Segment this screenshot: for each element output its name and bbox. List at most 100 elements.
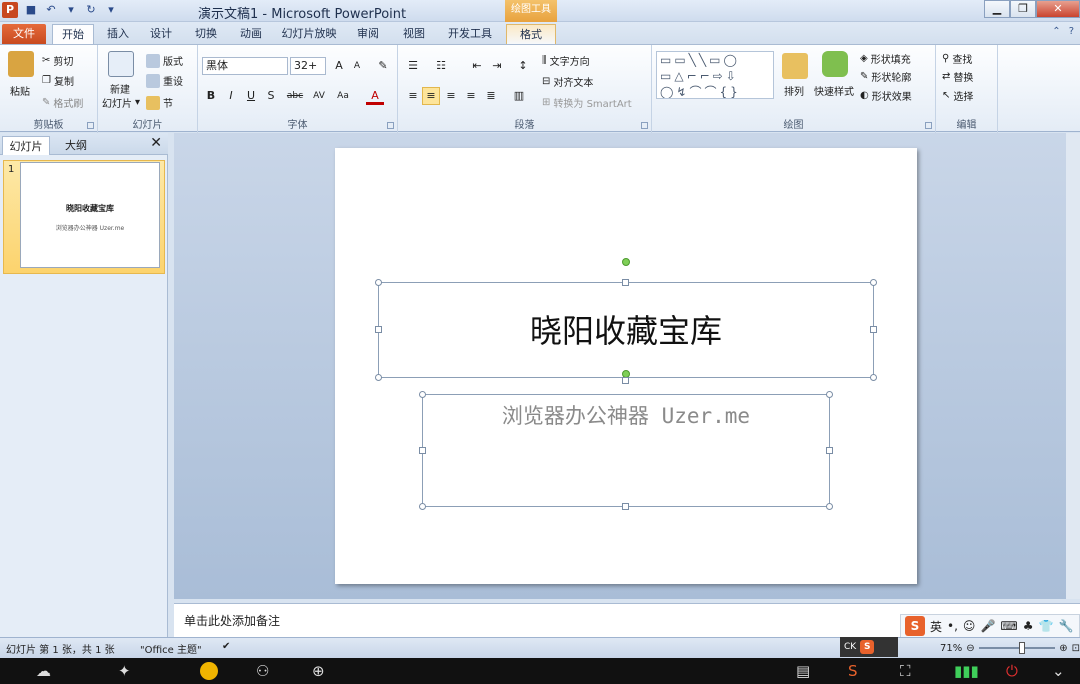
tab-file[interactable]: 文件 (2, 24, 46, 44)
dialog-launcher-icon[interactable] (87, 122, 94, 129)
tab-review[interactable]: 审阅 (348, 24, 388, 44)
align-right-icon[interactable]: ≡ (442, 87, 460, 105)
skin-icon[interactable]: ♣ (1023, 619, 1034, 633)
ime-toolbar[interactable]: S 英 •, ☺ 🎤 ⌨ ♣ 👕 🔧 (900, 614, 1080, 638)
underline-icon[interactable]: U (242, 87, 260, 105)
quick-styles-icon[interactable] (822, 51, 848, 77)
increase-indent-icon[interactable]: ⇥ (488, 57, 506, 75)
zoom-slider[interactable] (978, 642, 1056, 654)
new-slide-dropdown[interactable]: 幻灯片 ▾ (102, 95, 140, 110)
numbering-icon[interactable]: ☷ (432, 57, 450, 75)
select-button[interactable]: ↖ 选择 (942, 88, 973, 103)
punctuation-icon[interactable]: •, (947, 619, 958, 633)
align-left-icon[interactable]: ≡ (404, 87, 422, 105)
resize-handle[interactable] (622, 377, 629, 384)
char-spacing-icon[interactable]: AV (308, 87, 330, 105)
sogou-mini-icon[interactable]: S (860, 640, 875, 654)
clear-format-icon[interactable]: ✎ (374, 57, 392, 75)
new-slide-button[interactable]: 新建 (110, 81, 130, 96)
resize-handle[interactable] (622, 503, 629, 510)
find-button[interactable]: ⚲ 查找 (942, 51, 972, 66)
rotate-handle-icon[interactable] (622, 258, 630, 266)
ime-mini-bar[interactable]: CK S (840, 637, 898, 657)
tab-slideshow[interactable]: 幻灯片放映 (276, 24, 342, 44)
undo-icon[interactable]: ↶ (44, 3, 58, 17)
section-button[interactable]: 节 (146, 95, 173, 110)
grow-font-icon[interactable]: A (330, 57, 348, 75)
resize-handle[interactable] (826, 503, 833, 510)
user-icon[interactable]: ⚇ (256, 662, 269, 680)
tab-insert[interactable]: 插入 (100, 24, 136, 44)
replace-button[interactable]: ⇄ 替换 (942, 69, 973, 84)
status-dot-icon[interactable] (200, 662, 218, 680)
resize-handle[interactable] (419, 503, 426, 510)
tab-developer[interactable]: 开发工具 (440, 24, 500, 44)
paste-board-icon[interactable]: ▤ (796, 662, 810, 680)
arrange-icon[interactable] (782, 53, 808, 79)
font-name-select[interactable]: 黑体 (202, 57, 288, 75)
resize-handle[interactable] (375, 279, 382, 286)
resize-handle[interactable] (375, 326, 382, 333)
chat-icon[interactable]: ✦ (118, 662, 131, 680)
chevron-down-icon[interactable]: ▾ (64, 3, 78, 17)
shirt-icon[interactable]: 👕 (1038, 619, 1053, 633)
customize-toolbar-icon[interactable]: ▾ (104, 3, 118, 17)
tab-transitions[interactable]: 切换 (186, 24, 226, 44)
fullscreen-icon[interactable]: ⛶ (900, 662, 911, 680)
slide-thumbnail[interactable]: 晓阳收藏宝库 浏览器办公神器 Uzer.me (20, 162, 160, 268)
fit-window-icon[interactable]: ⊡ (1072, 643, 1080, 654)
slide-subtitle[interactable]: 浏览器办公神器 Uzer.me (422, 400, 830, 430)
reset-button[interactable]: 重设 (146, 73, 183, 88)
justify-icon[interactable]: ≡ (462, 87, 480, 105)
resize-handle[interactable] (826, 447, 833, 454)
decrease-indent-icon[interactable]: ⇤ (468, 57, 486, 75)
align-text-button[interactable]: ⊟ 对齐文本 (542, 74, 593, 89)
smartart-button[interactable]: ⊞ 转换为 SmartArt (542, 95, 632, 110)
resize-handle[interactable] (870, 326, 877, 333)
tab-outline-pane[interactable]: 大纲 (54, 136, 98, 155)
line-spacing-icon[interactable]: ↕ (514, 57, 532, 75)
bullets-icon[interactable]: ☰ (404, 57, 422, 75)
new-slide-icon[interactable] (108, 51, 134, 77)
cloud-upload-icon[interactable]: ☁ (36, 662, 51, 680)
wrench-icon[interactable]: 🔧 (1058, 619, 1073, 633)
distribute-icon[interactable]: ≣ (482, 87, 500, 105)
columns-icon[interactable]: ▥ (510, 87, 528, 105)
paste-button[interactable]: 粘贴 (10, 83, 30, 98)
strikethrough-icon[interactable]: abc (284, 87, 306, 105)
close-icon[interactable]: ✕ (150, 135, 162, 151)
keyboard-icon[interactable]: ⌨ (1000, 619, 1017, 633)
cut-button[interactable]: ✂ 剪切 (42, 53, 73, 68)
redo-icon[interactable]: ↻ (84, 3, 98, 17)
chevron-down-icon[interactable]: ⌄ (1052, 662, 1065, 680)
font-size-select[interactable]: 32+ (290, 57, 326, 75)
tab-design[interactable]: 设计 (142, 24, 180, 44)
locate-icon[interactable]: ⊕ (312, 662, 325, 680)
tab-slides-pane[interactable]: 幻灯片 (2, 136, 50, 155)
dialog-launcher-icon[interactable] (925, 122, 932, 129)
format-painter-button[interactable]: ✎ 格式刷 (42, 95, 83, 110)
zoom-slider-knob[interactable] (1018, 642, 1025, 654)
tab-animations[interactable]: 动画 (232, 24, 270, 44)
save-icon[interactable]: ■ (24, 3, 38, 17)
resize-handle[interactable] (419, 391, 426, 398)
resize-handle[interactable] (375, 374, 382, 381)
restore-button[interactable]: ❐ (1010, 0, 1036, 18)
shape-effects-button[interactable]: ◐ 形状效果 (860, 88, 912, 103)
resize-handle[interactable] (870, 279, 877, 286)
tab-home[interactable]: 开始 (52, 24, 94, 44)
font-color-icon[interactable]: A (366, 87, 384, 105)
resize-handle[interactable] (622, 279, 629, 286)
resize-handle[interactable] (870, 374, 877, 381)
align-center-icon[interactable]: ≡ (422, 87, 440, 105)
zoom-out-icon[interactable]: ⊖ (966, 643, 974, 654)
help-icon[interactable]: ? (1069, 26, 1074, 37)
resize-handle[interactable] (826, 391, 833, 398)
sogou-logo-icon[interactable]: S (905, 616, 925, 636)
minimize-button[interactable]: ▁ (984, 0, 1010, 18)
slide-title[interactable]: 晓阳收藏宝库 (378, 306, 874, 352)
power-icon[interactable]: ⏻ (1006, 662, 1018, 680)
theme-status[interactable]: "Office 主题" (140, 641, 202, 656)
microphone-icon[interactable]: 🎤 (980, 619, 995, 633)
text-direction-button[interactable]: ⫼ 文字方向 (542, 53, 590, 68)
